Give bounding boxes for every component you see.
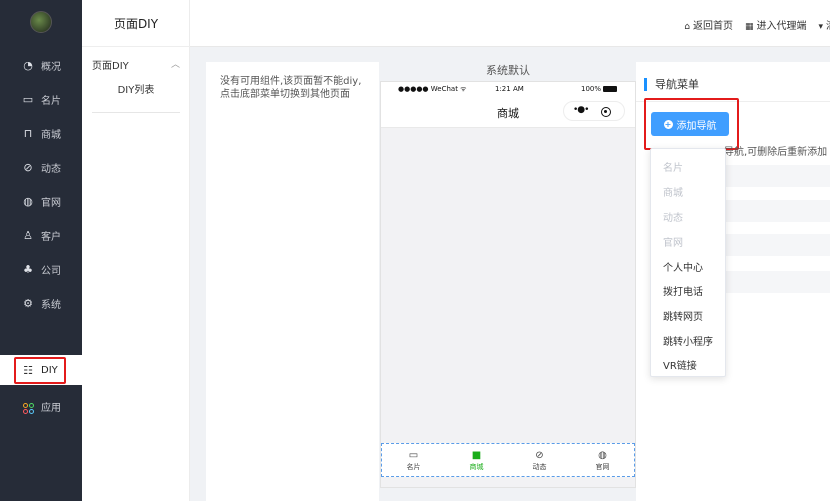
apps-icon: [21, 398, 35, 414]
gear-icon: ⚙: [23, 296, 33, 310]
shop-bag-icon: ⊓: [23, 126, 33, 140]
phone-nav-bar: 商城 •●•: [381, 96, 635, 128]
globe-tab-icon: ◍: [598, 450, 607, 461]
dropdown-item-profile[interactable]: 个人中心: [663, 259, 703, 274]
sidebar-item-label: 动态: [41, 163, 61, 175]
submenu-title: 页面DIY: [82, 0, 190, 47]
sidebar-item-label: 商城: [41, 129, 61, 141]
nav-row[interactable]: [724, 234, 830, 256]
back-home-link[interactable]: ⌂ 返回首页: [684, 17, 733, 32]
tab-label: 动态: [532, 463, 547, 471]
tab-card[interactable]: ▭ 名片: [382, 444, 445, 476]
close-target-icon: [601, 107, 611, 117]
agent-portal-link[interactable]: ▦ 进入代理端: [745, 17, 807, 32]
sidebar-item-label: 系统: [41, 299, 61, 311]
phone-preview: ●●●●● WeChat ᯤ 1:21 AM 100% 商城 •●• ▭ 名片 …: [380, 81, 636, 488]
dashboard-icon: ◔: [23, 58, 33, 72]
main-sidebar: ◔ 概况 ▭ 名片 ⊓ 商城 ⊘ 动态 ◍ 官网 ♙ 客户 ♣ 公司 ⚙ 系统 …: [0, 0, 82, 501]
add-nav-hint: 导航,可删除后重新添加: [724, 147, 828, 158]
component-panel: 没有可用组件,该页面暂不能diy,点击底部菜单切换到其他页面: [206, 62, 379, 501]
sidebar-item-company[interactable]: ♣ 公司: [0, 254, 82, 284]
dropdown-item-website: 官网: [663, 238, 683, 249]
nav-row[interactable]: [724, 165, 830, 187]
no-components-message: 没有可用组件,该页面暂不能diy,点击底部菜单切换到其他页面: [220, 76, 362, 100]
tab-news[interactable]: ⊘ 动态: [508, 444, 571, 476]
sidebar-item-shop[interactable]: ⊓ 商城: [0, 118, 82, 148]
top-header: ⌂返回首页 ▦进入代理端 ▾清: [190, 0, 830, 47]
dropdown-item-call[interactable]: 拨打电话: [663, 283, 703, 298]
tab-label: 商城: [469, 463, 484, 471]
sidebar-item-label: 概况: [41, 61, 61, 73]
clear-cache-link[interactable]: ▾清: [818, 17, 830, 32]
submenu-group-label: 页面DIY: [92, 61, 129, 72]
dropdown-item-vr[interactable]: VR链接: [663, 357, 697, 372]
home-icon: ⌂: [684, 22, 690, 32]
sidebar-item-system[interactable]: ⚙ 系统: [0, 288, 82, 318]
grid-icon: ▦: [744, 22, 754, 32]
sidebar-item-label: 名片: [41, 95, 61, 107]
sidebar-item-website[interactable]: ◍ 官网: [0, 186, 82, 216]
dropdown-item-shop: 商城: [663, 188, 683, 199]
dropdown-item-news: 动态: [663, 213, 683, 224]
sidebar-item-label: 官网: [41, 197, 61, 209]
nav-row[interactable]: [724, 200, 830, 222]
sidebar-item-label: 应用: [41, 402, 61, 414]
status-time: 1:21 AM: [495, 85, 524, 93]
link-label: 返回首页: [692, 21, 733, 32]
funnel-icon: ▾: [818, 22, 823, 32]
sidebar-item-overview[interactable]: ◔ 概况: [0, 50, 82, 80]
submenu-panel: 页面DIY 页面DIY ︿ DIY列表: [82, 0, 190, 501]
battery-text: 100%: [581, 85, 602, 93]
shop-tab-icon: ■: [471, 450, 482, 461]
phone-status-bar: ●●●●● WeChat ᯤ 1:21 AM 100%: [381, 82, 635, 96]
mini-program-capsule: •●•: [563, 101, 625, 121]
carrier-text: ●●●●● WeChat ᯤ: [398, 85, 467, 93]
header-links: ⌂返回首页 ▦进入代理端 ▾清: [684, 17, 830, 32]
preview-title: 系统默认: [486, 64, 530, 77]
phone-tab-bar[interactable]: ▭ 名片 ■ 商城 ⊘ 动态 ◍ 官网: [381, 443, 635, 477]
sidebar-item-apps[interactable]: 应用: [0, 391, 82, 421]
more-dots-icon: •●•: [573, 105, 590, 115]
sidebar-item-label: 公司: [41, 265, 61, 277]
card-icon: ▭: [22, 92, 34, 106]
nav-type-dropdown: 名片 商城 动态 官网 个人中心 拨打电话 跳转网页 跳转小程序 VR链接: [650, 148, 726, 377]
compass-icon: ⊘: [23, 160, 33, 174]
link-label: 进入代理端: [756, 21, 807, 32]
tab-label: 名片: [406, 463, 421, 471]
sidebar-item-card[interactable]: ▭ 名片: [0, 84, 82, 114]
tab-shop[interactable]: ■ 商城: [445, 444, 508, 476]
battery-icon: [603, 86, 617, 92]
card-tab-icon: ▭: [408, 450, 419, 461]
chevron-up-icon: ︿: [170, 60, 180, 70]
dropdown-item-miniprogram[interactable]: 跳转小程序: [663, 333, 713, 348]
tab-website[interactable]: ◍ 官网: [571, 444, 634, 476]
divider: [92, 112, 180, 113]
sidebar-item-news[interactable]: ⊘ 动态: [0, 152, 82, 182]
user-avatar[interactable]: [30, 11, 52, 33]
org-icon: ♣: [23, 262, 33, 276]
settings-title: 导航菜单: [644, 78, 699, 91]
user-icon: ♙: [23, 228, 33, 242]
diy-highlight-box: [14, 357, 66, 384]
nav-row[interactable]: [724, 271, 830, 293]
globe-icon: ◍: [23, 194, 33, 208]
submenu-item-diy-list[interactable]: DIY列表: [82, 81, 190, 96]
compass-tab-icon: ⊘: [535, 450, 544, 461]
sidebar-item-customer[interactable]: ♙ 客户: [0, 220, 82, 250]
link-label: 清: [826, 21, 830, 32]
tab-label: 官网: [595, 463, 610, 471]
dropdown-item-webpage[interactable]: 跳转网页: [663, 308, 703, 323]
submenu-group-page-diy[interactable]: 页面DIY ︿: [92, 57, 180, 72]
sidebar-item-label: 客户: [41, 231, 61, 243]
dropdown-item-card: 名片: [663, 163, 683, 174]
